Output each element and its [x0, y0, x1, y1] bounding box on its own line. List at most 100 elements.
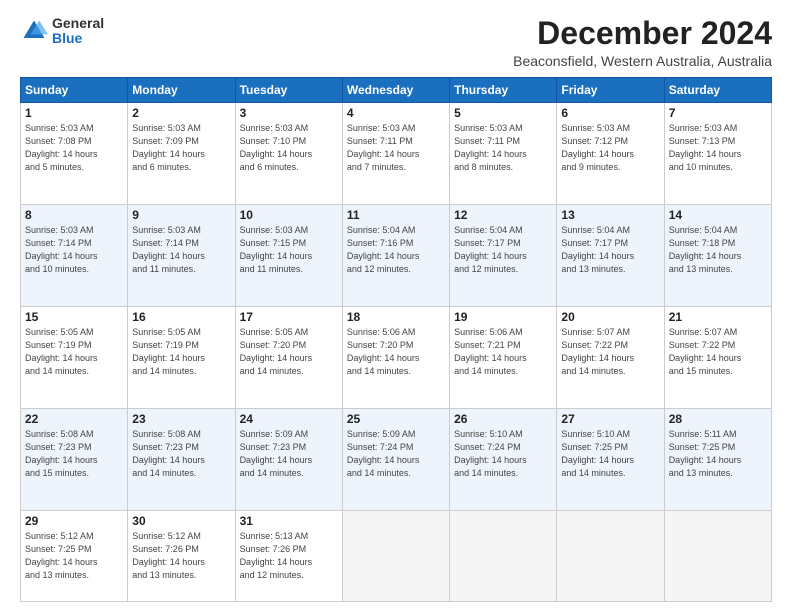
day-detail: Sunrise: 5:05 AMSunset: 7:19 PMDaylight:… — [132, 326, 230, 378]
calendar-cell: 19 Sunrise: 5:06 AMSunset: 7:21 PMDayligh… — [450, 306, 557, 408]
calendar-cell: 12 Sunrise: 5:04 AMSunset: 7:17 PMDayligh… — [450, 205, 557, 307]
main-title: December 2024 — [513, 16, 772, 51]
day-detail: Sunrise: 5:03 AMSunset: 7:12 PMDaylight:… — [561, 122, 659, 174]
day-number: 12 — [454, 208, 552, 222]
calendar-cell: 5 Sunrise: 5:03 AMSunset: 7:11 PMDaylight… — [450, 103, 557, 205]
day-detail: Sunrise: 5:04 AMSunset: 7:18 PMDaylight:… — [669, 224, 767, 276]
calendar-cell: 13Sunrise: 5:04 AMSunset: 7:17 PMDayligh… — [557, 205, 664, 307]
day-number: 5 — [454, 106, 552, 120]
calendar-header-sunday: Sunday — [21, 78, 128, 103]
calendar-cell: 1Sunrise: 5:03 AMSunset: 7:08 PMDaylight… — [21, 103, 128, 205]
day-number: 8 — [25, 208, 123, 222]
calendar-cell: 7 Sunrise: 5:03 AMSunset: 7:13 PMDaylight… — [664, 103, 771, 205]
day-detail: Sunrise: 5:05 AMSunset: 7:19 PMDaylight:… — [25, 326, 123, 378]
calendar-cell: 14 Sunrise: 5:04 AMSunset: 7:18 PMDayligh… — [664, 205, 771, 307]
day-detail: Sunrise: 5:09 AMSunset: 7:24 PMDaylight:… — [347, 428, 445, 480]
logo: General Blue — [20, 16, 104, 47]
day-detail: Sunrise: 5:04 AMSunset: 7:17 PMDaylight:… — [454, 224, 552, 276]
day-detail: Sunrise: 5:03 AMSunset: 7:13 PMDaylight:… — [669, 122, 767, 174]
day-number: 24 — [240, 412, 338, 426]
day-detail: Sunrise: 5:13 AMSunset: 7:26 PMDaylight:… — [240, 530, 338, 582]
logo-icon — [20, 17, 48, 45]
calendar-cell — [664, 510, 771, 601]
day-number: 31 — [240, 514, 338, 528]
day-detail: Sunrise: 5:04 AMSunset: 7:16 PMDaylight:… — [347, 224, 445, 276]
calendar-cell: 16Sunrise: 5:05 AMSunset: 7:19 PMDayligh… — [128, 306, 235, 408]
day-number: 25 — [347, 412, 445, 426]
day-number: 10 — [240, 208, 338, 222]
day-detail: Sunrise: 5:07 AMSunset: 7:22 PMDaylight:… — [561, 326, 659, 378]
calendar-header-friday: Friday — [557, 78, 664, 103]
day-number: 17 — [240, 310, 338, 324]
day-detail: Sunrise: 5:12 AMSunset: 7:26 PMDaylight:… — [132, 530, 230, 582]
day-detail: Sunrise: 5:12 AMSunset: 7:25 PMDaylight:… — [25, 530, 123, 582]
day-number: 11 — [347, 208, 445, 222]
day-detail: Sunrise: 5:03 AMSunset: 7:08 PMDaylight:… — [25, 122, 123, 174]
calendar-cell: 8 Sunrise: 5:03 AMSunset: 7:14 PMDaylight… — [21, 205, 128, 307]
calendar-cell: 29Sunrise: 5:12 AMSunset: 7:25 PMDayligh… — [21, 510, 128, 601]
calendar-cell: 26 Sunrise: 5:10 AMSunset: 7:24 PMDayligh… — [450, 408, 557, 510]
day-number: 7 — [669, 106, 767, 120]
calendar-cell: 28 Sunrise: 5:11 AMSunset: 7:25 PMDayligh… — [664, 408, 771, 510]
calendar-header-row: SundayMondayTuesdayWednesdayThursdayFrid… — [21, 78, 772, 103]
day-number: 13 — [561, 208, 659, 222]
day-detail: Sunrise: 5:06 AMSunset: 7:20 PMDaylight:… — [347, 326, 445, 378]
day-detail: Sunrise: 5:03 AMSunset: 7:09 PMDaylight:… — [132, 122, 230, 174]
calendar-cell: 3Sunrise: 5:03 AMSunset: 7:10 PMDaylight… — [235, 103, 342, 205]
day-detail: Sunrise: 5:08 AMSunset: 7:23 PMDaylight:… — [132, 428, 230, 480]
day-number: 22 — [25, 412, 123, 426]
day-detail: Sunrise: 5:07 AMSunset: 7:22 PMDaylight:… — [669, 326, 767, 378]
logo-general: General — [52, 16, 104, 31]
calendar-header-saturday: Saturday — [664, 78, 771, 103]
day-detail: Sunrise: 5:03 AMSunset: 7:15 PMDaylight:… — [240, 224, 338, 276]
day-detail: Sunrise: 5:10 AMSunset: 7:24 PMDaylight:… — [454, 428, 552, 480]
calendar-cell: 22 Sunrise: 5:08 AMSunset: 7:23 PMDayligh… — [21, 408, 128, 510]
day-number: 21 — [669, 310, 767, 324]
day-detail: Sunrise: 5:03 AMSunset: 7:11 PMDaylight:… — [347, 122, 445, 174]
day-number: 23 — [132, 412, 230, 426]
calendar-cell: 15 Sunrise: 5:05 AMSunset: 7:19 PMDayligh… — [21, 306, 128, 408]
calendar-cell: 31 Sunrise: 5:13 AMSunset: 7:26 PMDayligh… — [235, 510, 342, 601]
day-number: 19 — [454, 310, 552, 324]
day-number: 2 — [132, 106, 230, 120]
calendar-cell: 17 Sunrise: 5:05 AMSunset: 7:20 PMDayligh… — [235, 306, 342, 408]
day-detail: Sunrise: 5:03 AMSunset: 7:11 PMDaylight:… — [454, 122, 552, 174]
calendar-cell: 10 Sunrise: 5:03 AMSunset: 7:15 PMDayligh… — [235, 205, 342, 307]
day-number: 14 — [669, 208, 767, 222]
calendar-cell — [557, 510, 664, 601]
calendar-table: SundayMondayTuesdayWednesdayThursdayFrid… — [20, 77, 772, 602]
calendar-cell — [342, 510, 449, 601]
calendar-week-row: 15 Sunrise: 5:05 AMSunset: 7:19 PMDayligh… — [21, 306, 772, 408]
calendar-week-row: 29Sunrise: 5:12 AMSunset: 7:25 PMDayligh… — [21, 510, 772, 601]
day-detail: Sunrise: 5:03 AMSunset: 7:14 PMDaylight:… — [25, 224, 123, 276]
day-number: 4 — [347, 106, 445, 120]
calendar-cell: 27 Sunrise: 5:10 AMSunset: 7:25 PMDayligh… — [557, 408, 664, 510]
calendar-cell — [450, 510, 557, 601]
day-detail: Sunrise: 5:03 AMSunset: 7:14 PMDaylight:… — [132, 224, 230, 276]
calendar-cell: 4 Sunrise: 5:03 AMSunset: 7:11 PMDaylight… — [342, 103, 449, 205]
day-detail: Sunrise: 5:08 AMSunset: 7:23 PMDaylight:… — [25, 428, 123, 480]
calendar-cell: 9 Sunrise: 5:03 AMSunset: 7:14 PMDaylight… — [128, 205, 235, 307]
day-detail: Sunrise: 5:03 AMSunset: 7:10 PMDaylight:… — [240, 122, 338, 174]
day-number: 28 — [669, 412, 767, 426]
day-detail: Sunrise: 5:09 AMSunset: 7:23 PMDaylight:… — [240, 428, 338, 480]
calendar-cell: 20 Sunrise: 5:07 AMSunset: 7:22 PMDayligh… — [557, 306, 664, 408]
calendar-cell: 24 Sunrise: 5:09 AMSunset: 7:23 PMDayligh… — [235, 408, 342, 510]
day-number: 27 — [561, 412, 659, 426]
calendar-header-thursday: Thursday — [450, 78, 557, 103]
calendar-header-tuesday: Tuesday — [235, 78, 342, 103]
calendar-week-row: 8 Sunrise: 5:03 AMSunset: 7:14 PMDaylight… — [21, 205, 772, 307]
day-detail: Sunrise: 5:10 AMSunset: 7:25 PMDaylight:… — [561, 428, 659, 480]
day-number: 9 — [132, 208, 230, 222]
calendar-cell: 25 Sunrise: 5:09 AMSunset: 7:24 PMDayligh… — [342, 408, 449, 510]
day-number: 18 — [347, 310, 445, 324]
header: General Blue December 2024 Beaconsfield,… — [20, 16, 772, 69]
day-detail: Sunrise: 5:05 AMSunset: 7:20 PMDaylight:… — [240, 326, 338, 378]
day-detail: Sunrise: 5:06 AMSunset: 7:21 PMDaylight:… — [454, 326, 552, 378]
day-detail: Sunrise: 5:11 AMSunset: 7:25 PMDaylight:… — [669, 428, 767, 480]
day-number: 26 — [454, 412, 552, 426]
title-block: December 2024 Beaconsfield, Western Aust… — [513, 16, 772, 69]
day-number: 20 — [561, 310, 659, 324]
day-number: 15 — [25, 310, 123, 324]
calendar-cell: 11 Sunrise: 5:04 AMSunset: 7:16 PMDayligh… — [342, 205, 449, 307]
